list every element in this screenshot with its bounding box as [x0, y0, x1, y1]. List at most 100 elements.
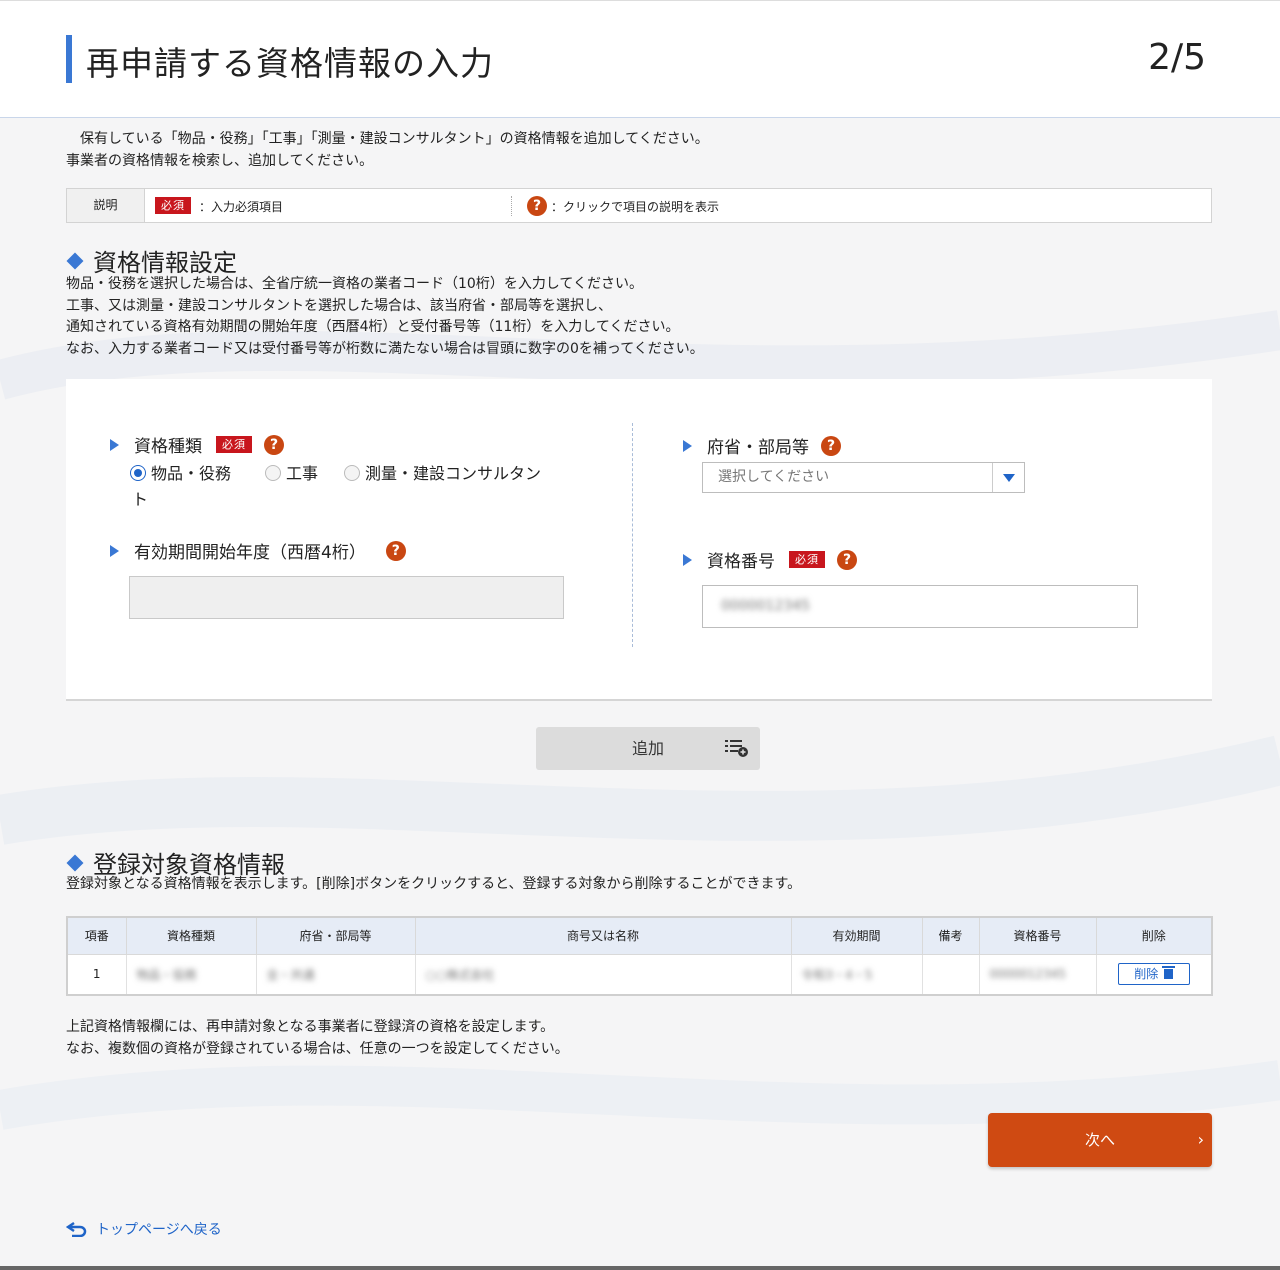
back-to-top-link[interactable]: トップページへ戻る [66, 1219, 222, 1239]
cell-value: ○○株式会社 [425, 967, 495, 982]
field-label-ministry: 府省・部局等 ? [683, 433, 841, 458]
legend-label: 説明 [67, 189, 145, 222]
column-header: 備考 [921, 916, 980, 955]
cell-company: ○○株式会社 [414, 953, 792, 996]
column-header: 府省・部局等 [255, 916, 416, 955]
radio-checked-icon [130, 465, 146, 481]
registration-table: 項番 資格種類 府省・部局等 商号又は名称 有効期間 備考 資格番号 削除 1 … [66, 916, 1213, 996]
ministry-select[interactable]: 選択してください [702, 462, 1025, 493]
cell-delete: 削除 [1095, 953, 1213, 996]
table-row: 1 物品・役務 全・共通 ○○株式会社 令和3・4・5 0000012345 削… [66, 953, 1213, 996]
page-title: 再申請する資格情報の入力 [86, 44, 494, 83]
desc-line: 物品・役務を選択した場合は、全省庁統一資格の業者コード（10桁）を入力してくださ… [66, 276, 643, 292]
help-icon[interactable]: ? [837, 549, 857, 570]
bottom-divider [0, 1266, 1280, 1270]
column-header: 資格種類 [125, 916, 257, 955]
column-header: 資格番号 [978, 916, 1097, 955]
cell-value: 物品・役務 [136, 967, 197, 982]
column-header: 項番 [66, 916, 127, 955]
cell-index: 1 [66, 953, 127, 996]
help-icon: ? [527, 196, 547, 216]
delete-button[interactable]: 削除 [1117, 963, 1190, 986]
radio-survey-consultant[interactable]: 測量・建設コンサルタン [344, 461, 541, 487]
column-header: 削除 [1095, 916, 1213, 955]
cell-value: 全・共通 [266, 967, 315, 982]
next-button[interactable]: 次へ › [988, 1113, 1212, 1167]
chevron-right-icon: › [1197, 1130, 1204, 1149]
legend-separator [511, 196, 512, 216]
required-badge: 必須 [216, 436, 252, 453]
cell-value: 0000012345 [989, 967, 1066, 982]
label-text: 資格種類 [134, 437, 202, 457]
triangle-icon [683, 439, 692, 452]
page-header: 再申請する資格情報の入力 2/5 [0, 0, 1280, 118]
triangle-icon [110, 544, 119, 557]
section-description: 物品・役務を選択した場合は、全省庁統一資格の業者コード（10桁）を入力してくださ… [66, 274, 704, 360]
bottom-note: 上記資格情報欄には、再申請対象となる事業者に登録済の資格を設定します。 なお、複… [66, 1016, 569, 1060]
input-value: 0000012345 [721, 598, 811, 614]
button-label: 追加 [631, 739, 664, 758]
desc-line: なお、入力する業者コード又は受付番号等が桁数に満たない場合は冒頭に数字の0を補っ… [66, 340, 704, 357]
list-add-icon [725, 740, 748, 757]
cell-period: 令和3・4・5 [790, 953, 923, 996]
help-icon[interactable]: ? [821, 435, 841, 456]
cell-remarks [921, 953, 980, 996]
qualification-number-input[interactable]: 0000012345 [702, 585, 1138, 628]
intro-line-1: 保有している「物品・役務」「工事」「測量・建設コンサルタント」の資格情報を追加し… [66, 131, 709, 147]
field-label-start-year: 有効期間開始年度（西暦4桁） ? [110, 538, 406, 563]
intro-text: 保有している「物品・役務」「工事」「測量・建設コンサルタント」の資格情報を追加し… [66, 128, 709, 172]
required-badge: 必須 [789, 551, 825, 568]
qualification-form-card: 資格種類 必須 ? 物品・役務 工事 測量・建設コンサルタント 有効期間開始年度（西… [66, 379, 1212, 701]
note-line: なお、複数個の資格が登録されている場合は、任意の一つを設定してください。 [66, 1041, 569, 1057]
diamond-icon [66, 854, 84, 871]
required-legend-text: ：入力必須項目 [199, 200, 284, 214]
desc-line: 工事、又は測量・建設コンサルタントを選択した場合は、該当府省・部局等を選択し、 [66, 297, 612, 314]
button-label: 削除 [1134, 967, 1159, 982]
add-button[interactable]: 追加 [536, 727, 760, 770]
title-accent-bar [66, 35, 72, 83]
cell-ministry: 全・共通 [255, 953, 416, 996]
note-line: 上記資格情報欄には、再申請対象となる事業者に登録済の資格を設定します。 [66, 1019, 555, 1035]
step-indicator: 2/5 [1148, 37, 1206, 78]
label-text: 資格番号 [707, 552, 775, 572]
section-title: 資格情報設定 [93, 249, 237, 277]
triangle-icon [110, 438, 119, 451]
column-header: 商号又は名称 [414, 916, 792, 955]
radio-construction[interactable]: 工事 [265, 461, 318, 487]
column-header: 有効期間 [790, 916, 923, 955]
cell-type: 物品・役務 [125, 953, 257, 996]
intro-line-2: 事業者の資格情報を検索し、追加してください。 [66, 153, 374, 169]
field-label-type: 資格種類 必須 ? [110, 432, 284, 457]
qualification-type-radio-group: 物品・役務 工事 測量・建設コンサルタント [130, 461, 570, 513]
field-label-number: 資格番号 必須 ? [683, 547, 857, 572]
link-label: トップページへ戻る [96, 1222, 222, 1238]
label-text: 有効期間開始年度（西暦4桁） [134, 543, 366, 563]
radio-label: 物品・役務 [151, 464, 232, 483]
radio-goods-services[interactable]: 物品・役務 [130, 461, 231, 487]
column-divider [632, 423, 633, 647]
select-placeholder: 選択してください [718, 469, 830, 485]
legend-box: 説明 必須 ：入力必須項目 ? ：クリックで項目の説明を表示 [66, 188, 1212, 223]
table-header-row: 項番 資格種類 府省・部局等 商号又は名称 有効期間 備考 資格番号 削除 [66, 916, 1213, 955]
radio-label: 測量・建設コンサルタン [365, 464, 542, 483]
chevron-down-icon [992, 463, 1024, 492]
radio-unchecked-icon [344, 465, 361, 481]
radio-unchecked-icon [265, 465, 282, 481]
radio-label: 工事 [286, 464, 319, 483]
help-icon[interactable]: ? [264, 434, 284, 455]
trash-icon [1162, 966, 1176, 980]
desc-line: 通知されている資格有効期間の開始年度（西暦4桁）と受付番号等（11桁）を入力して… [66, 319, 680, 335]
section-description: 登録対象となる資格情報を表示します。[削除]ボタンをクリックすると、登録する対象… [66, 876, 802, 892]
return-arrow-icon [66, 1221, 87, 1237]
start-year-input[interactable] [129, 576, 564, 619]
triangle-icon [683, 553, 692, 566]
label-text: 府省・部局等 [707, 438, 809, 458]
cell-number: 0000012345 [978, 953, 1097, 996]
section-heading-qualification: 資格情報設定 [66, 243, 237, 278]
help-icon[interactable]: ? [385, 540, 406, 561]
button-label: 次へ [1084, 1131, 1115, 1149]
required-badge: 必須 [155, 197, 191, 214]
help-legend-text: ：クリックで項目の説明を表示 [551, 200, 720, 214]
cell-value: 令和3・4・5 [801, 967, 873, 982]
diamond-icon [66, 252, 84, 269]
